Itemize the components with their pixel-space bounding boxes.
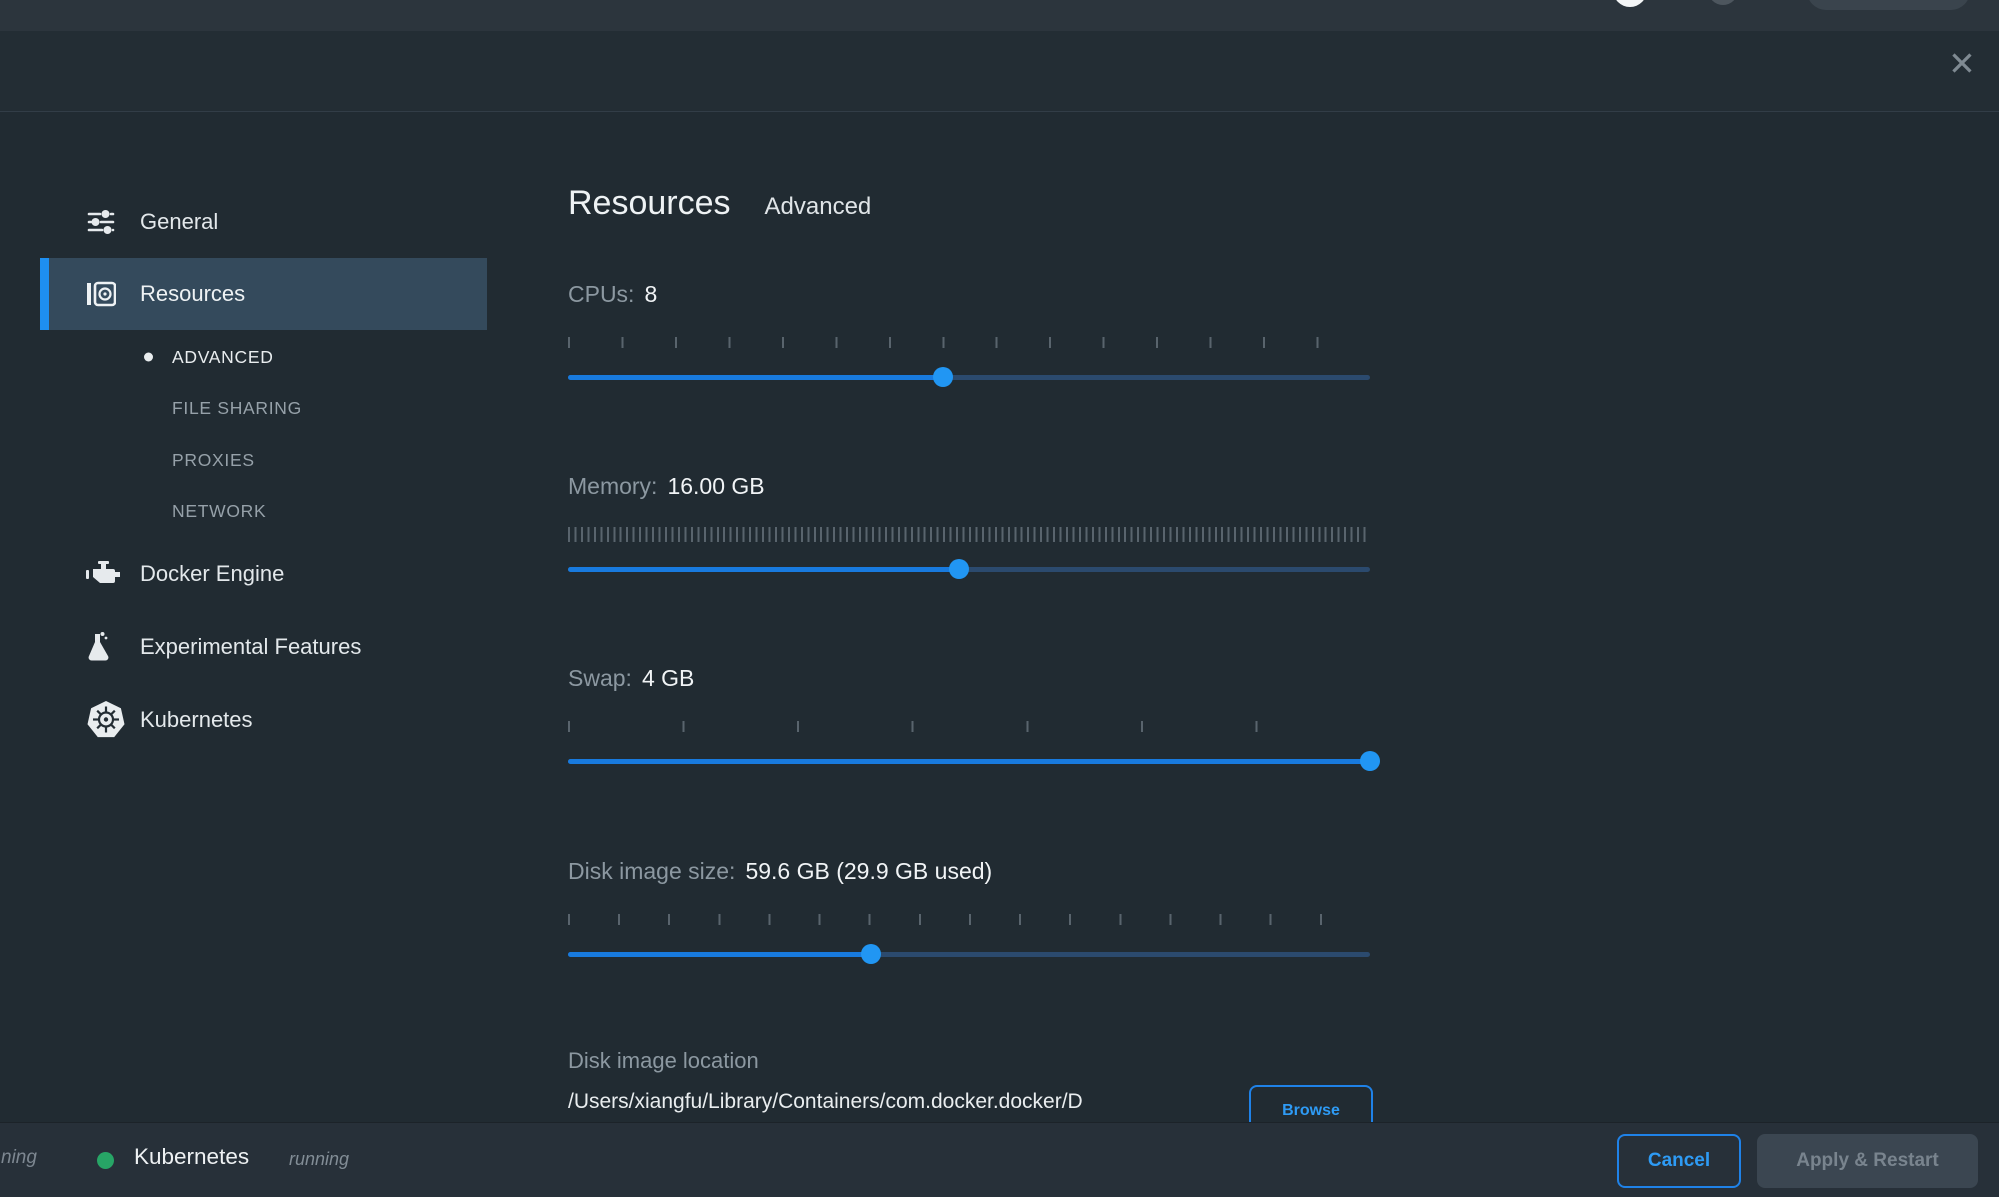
cpu-slider-fill — [568, 375, 943, 380]
memory-slider-group: Memory: 16.00 GB — [568, 473, 1370, 577]
sidebar-item-label: General — [140, 209, 218, 235]
sidebar-item-kubernetes[interactable]: Kubernetes — [40, 692, 487, 748]
resources-icon — [86, 279, 126, 309]
page-title: Resources — [568, 184, 731, 223]
swap-value: 4 GB — [642, 665, 694, 692]
memory-label: Memory: — [568, 473, 657, 500]
clipped-status-text: ning — [1, 1147, 37, 1169]
swap-slider-track[interactable] — [568, 759, 1370, 764]
disk-size-slider-knob[interactable] — [861, 944, 881, 964]
page-header: Resources Advanced — [568, 184, 871, 223]
settings-dialog-header — [0, 31, 1999, 112]
active-dot — [144, 353, 153, 362]
memory-slider-knob[interactable] — [949, 559, 969, 579]
disk-size-slider-group: Disk image size: 59.6 GB (29.9 GB used) — [568, 858, 1370, 962]
sidebar-subitem-label: NETWORK — [172, 501, 266, 522]
swap-slider-fill — [568, 759, 1370, 764]
footer-bar: ning Kubernetes running Cancel Apply & R… — [0, 1122, 1999, 1197]
sidebar-item-label: Experimental Features — [140, 634, 361, 660]
cpu-slider-group: CPUs: 8 — [568, 281, 1370, 385]
swap-slider-group: Swap: 4 GB — [568, 665, 1370, 769]
sliders-icon — [86, 209, 126, 235]
sidebar-item-label: Resources — [140, 281, 245, 307]
cpu-slider-knob[interactable] — [933, 367, 953, 387]
cpu-slider-track[interactable] — [568, 375, 1370, 380]
clipped-toolbar-circle-icon[interactable] — [1613, 0, 1647, 7]
sidebar-subitem-file-sharing[interactable]: FILE SHARING — [40, 388, 487, 428]
sidebar-subitem-network[interactable]: NETWORK — [40, 491, 487, 531]
swap-slider-knob[interactable] — [1360, 751, 1380, 771]
memory-slider-fill — [568, 567, 959, 572]
sidebar-subitem-label: PROXIES — [172, 450, 255, 471]
kubernetes-status-name: Kubernetes — [134, 1144, 249, 1170]
disk-size-label: Disk image size: — [568, 858, 735, 885]
cpu-value: 8 — [644, 281, 657, 308]
apply-restart-button[interactable]: Apply & Restart — [1757, 1134, 1978, 1188]
disk-size-slider-ticks — [568, 914, 1370, 925]
sidebar-subitem-label: ADVANCED — [172, 347, 274, 368]
clipped-toolbar-pill-button[interactable] — [1807, 0, 1970, 10]
engine-icon — [86, 561, 126, 587]
sidebar-subitem-proxies[interactable]: PROXIES — [40, 440, 487, 480]
disk-size-value: 59.6 GB (29.9 GB used) — [745, 858, 992, 885]
page-subtitle: Advanced — [765, 193, 872, 221]
clipped-toolbar-circle-icon[interactable] — [1708, 0, 1738, 5]
memory-slider-ticks — [568, 527, 1370, 542]
sidebar-item-docker-engine[interactable]: Docker Engine — [40, 546, 487, 602]
sidebar-item-label: Kubernetes — [140, 707, 253, 733]
disk-size-slider-track[interactable] — [568, 952, 1370, 957]
cpu-slider-ticks — [568, 337, 1370, 348]
sidebar-item-resources[interactable]: Resources — [40, 258, 487, 330]
memory-value: 16.00 GB — [667, 473, 764, 500]
disk-image-location-label: Disk image location — [568, 1048, 759, 1074]
sidebar-item-label: Docker Engine — [140, 561, 284, 587]
kubernetes-icon — [86, 700, 126, 740]
sidebar-subitem-advanced[interactable]: ADVANCED — [40, 337, 487, 377]
docker-settings-window: ✕ General Reso — [0, 0, 1999, 1197]
sidebar-item-experimental-features[interactable]: Experimental Features — [40, 619, 487, 675]
swap-label: Swap: — [568, 665, 632, 692]
disk-size-slider-fill — [568, 952, 871, 957]
app-toolbar — [0, 0, 1999, 32]
flask-icon — [86, 631, 126, 663]
disk-image-location-path: /Users/xiangfu/Library/Containers/com.do… — [568, 1090, 1083, 1114]
cancel-button[interactable]: Cancel — [1617, 1134, 1741, 1188]
swap-slider-ticks — [568, 721, 1370, 732]
cpu-label: CPUs: — [568, 281, 634, 308]
sidebar-subitem-label: FILE SHARING — [172, 398, 302, 419]
memory-slider-track[interactable] — [568, 567, 1370, 572]
sidebar-item-general[interactable]: General — [40, 194, 487, 250]
kubernetes-status-state: running — [289, 1149, 349, 1170]
status-green-dot — [97, 1152, 114, 1169]
close-icon[interactable]: ✕ — [1942, 44, 1982, 84]
